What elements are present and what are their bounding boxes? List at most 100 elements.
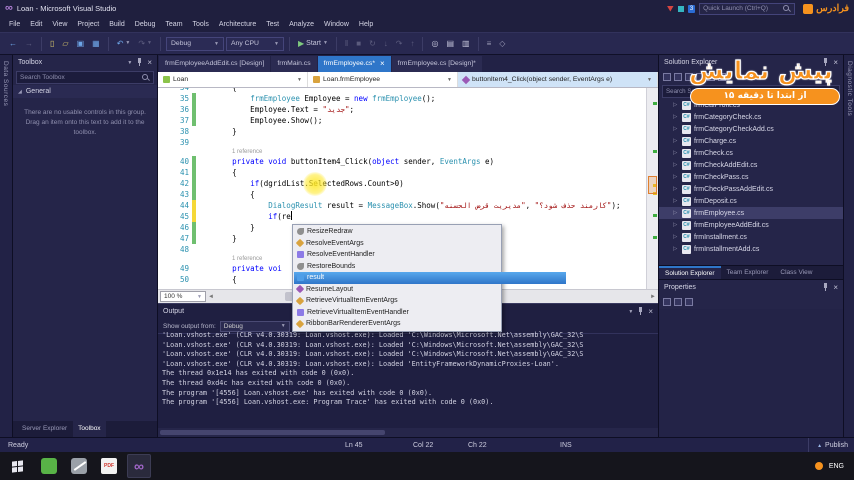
undo-icon[interactable]: ↶ ▼ bbox=[114, 38, 134, 50]
chevron-right-icon[interactable]: ▷ bbox=[673, 246, 679, 252]
break-all-icon[interactable]: ‖ bbox=[342, 38, 351, 50]
panel-tab-class-view[interactable]: Class View bbox=[774, 266, 818, 279]
redo-icon[interactable]: ↷ ▼ bbox=[135, 38, 155, 50]
menu-item-team[interactable]: Team bbox=[160, 17, 187, 32]
property-pages-icon[interactable] bbox=[685, 298, 693, 306]
panel-tab-team-explorer[interactable]: Team Explorer bbox=[721, 266, 775, 279]
notification-icon[interactable] bbox=[677, 5, 684, 12]
chevron-right-icon[interactable]: ▷ bbox=[673, 210, 679, 216]
navigate-forward-icon[interactable]: → bbox=[22, 38, 36, 50]
zoom-dropdown[interactable]: 100 % ▼ bbox=[160, 291, 206, 302]
code-line[interactable]: 45 if(re bbox=[158, 211, 646, 222]
tab-frmemployee-cs[interactable]: frmEmployee.cs* × bbox=[317, 56, 391, 72]
member-dropdown[interactable]: buttonItem4_Click(object sender, EventAr… bbox=[458, 72, 658, 87]
tree-item-frmcheckaddedit-cs[interactable]: ▷ C# frmCheckAddEdit.cs bbox=[659, 159, 843, 171]
menu-item-help[interactable]: Help bbox=[354, 17, 378, 32]
data-sources-tab[interactable]: Data Sources bbox=[0, 55, 13, 437]
panel-tab-toolbox[interactable]: Toolbox bbox=[73, 421, 106, 437]
tab-frmemployeeaddedit-cs-design[interactable]: frmEmployeeAddEdit.cs [Design] bbox=[159, 56, 271, 72]
menu-item-test[interactable]: Test bbox=[261, 17, 284, 32]
menu-item-architecture[interactable]: Architecture bbox=[214, 17, 261, 32]
step-over-icon[interactable]: ↷ bbox=[393, 38, 406, 50]
menu-item-edit[interactable]: Edit bbox=[25, 17, 47, 32]
chevron-right-icon[interactable]: ▷ bbox=[673, 102, 679, 108]
intellisense-item-resolveeventargs[interactable]: ResolveEventArgs bbox=[294, 238, 500, 250]
toolbox-section-general[interactable]: ◢ General bbox=[13, 85, 157, 98]
toolbox-search-input[interactable]: Search Toolbox bbox=[16, 71, 154, 84]
language-indicator[interactable]: ENG bbox=[829, 463, 844, 470]
code-line[interactable]: 42 if(dgridList.SelectedRows.Count>0) bbox=[158, 178, 646, 189]
visual-studio-icon[interactable]: ∞ bbox=[127, 454, 151, 478]
menu-item-window[interactable]: Window bbox=[319, 17, 354, 32]
solution-explorer-icon[interactable]: ▤ bbox=[443, 38, 457, 50]
menu-item-view[interactable]: View bbox=[47, 17, 72, 32]
code-line[interactable]: 37 Employee.Show(); bbox=[158, 115, 646, 126]
scroll-right-icon[interactable]: ► bbox=[648, 294, 658, 300]
tree-item-frminstallment-cs[interactable]: ▷ C# frmInstallment.cs bbox=[659, 231, 843, 243]
tree-item-frmcategorycheck-cs[interactable]: ▷ C# frmCategoryCheck.cs bbox=[659, 111, 843, 123]
start-button[interactable] bbox=[0, 452, 34, 480]
menu-item-debug[interactable]: Debug bbox=[130, 17, 161, 32]
panel-tab-server-explorer[interactable]: Server Explorer bbox=[17, 421, 72, 437]
publish-button[interactable]: ▲ Publish bbox=[808, 438, 848, 453]
pin-icon[interactable] bbox=[136, 58, 143, 67]
intellisense-item-resolveeventhandler[interactable]: ResolveEventHandler bbox=[294, 249, 500, 261]
output-horizontal-scrollbar[interactable] bbox=[158, 428, 658, 437]
new-file-icon[interactable]: ▯ bbox=[47, 38, 57, 50]
menu-item-build[interactable]: Build bbox=[104, 17, 130, 32]
notification-flag-icon[interactable] bbox=[666, 5, 674, 12]
stop-debug-icon[interactable]: ■ bbox=[353, 38, 364, 50]
save-all-icon[interactable]: ▦ bbox=[89, 38, 103, 50]
categorized-icon[interactable] bbox=[663, 298, 671, 306]
diagnostic-tools-tab[interactable]: Diagnostic Tools bbox=[843, 55, 854, 437]
editor-vertical-scrollbar[interactable] bbox=[646, 88, 658, 289]
tab-frmmain-cs[interactable]: frmMain.cs bbox=[271, 56, 317, 72]
open-file-icon[interactable]: ▱ bbox=[59, 38, 71, 50]
tree-item-frmcheckpass-cs[interactable]: ▷ C# frmCheckPass.cs bbox=[659, 171, 843, 183]
menu-item-analyze[interactable]: Analyze bbox=[284, 17, 319, 32]
solution-configurations-dropdown[interactable]: Debug ▼ bbox=[166, 36, 224, 51]
tree-item-frmcheck-cs[interactable]: ▷ C# frmCheck.cs bbox=[659, 147, 843, 159]
intellisense-item-ribbonbarrenderereventargs[interactable]: RibbonBarRendererEventArgs bbox=[294, 318, 500, 330]
close-icon[interactable]: × bbox=[147, 58, 152, 67]
start-debug-button[interactable]: ▶ Start ▼ bbox=[295, 38, 331, 50]
code-line[interactable]: 41 { bbox=[158, 167, 646, 178]
close-icon[interactable]: × bbox=[833, 283, 838, 292]
tree-item-frmcheckpassaddedit-cs[interactable]: ▷ C# frmCheckPassAddEdit.cs bbox=[659, 183, 843, 195]
close-icon[interactable]: × bbox=[380, 60, 385, 68]
comment-icon[interactable]: ≡ bbox=[484, 38, 495, 50]
scroll-left-icon[interactable]: ◄ bbox=[206, 294, 216, 300]
pin-icon[interactable] bbox=[822, 283, 829, 292]
save-icon[interactable]: ▣ bbox=[74, 38, 88, 50]
utility-app-icon[interactable] bbox=[67, 454, 91, 478]
chevron-right-icon[interactable]: ▷ bbox=[673, 114, 679, 120]
tree-item-frmcharge-cs[interactable]: ▷ C# frmCharge.cs bbox=[659, 135, 843, 147]
chevron-right-icon[interactable]: ▷ bbox=[673, 162, 679, 168]
chevron-down-icon[interactable]: ▼ bbox=[628, 309, 633, 315]
notification-badge[interactable]: 3 bbox=[687, 4, 696, 13]
chevron-right-icon[interactable]: ▷ bbox=[673, 126, 679, 132]
properties-window-icon[interactable]: ▥ bbox=[459, 38, 473, 50]
close-icon[interactable]: × bbox=[648, 307, 653, 316]
chevron-down-icon[interactable]: ▼ bbox=[127, 60, 132, 66]
scrollbar-thumb[interactable] bbox=[648, 176, 657, 194]
menu-item-tools[interactable]: Tools bbox=[188, 17, 214, 32]
output-source-dropdown[interactable]: Debug ▼ bbox=[219, 320, 290, 332]
chevron-right-icon[interactable]: ▷ bbox=[673, 198, 679, 204]
intellisense-item-resizeredraw[interactable]: ResizeRedraw bbox=[294, 226, 500, 238]
home-icon[interactable] bbox=[663, 73, 671, 81]
tree-item-frminstallmentadd-cs[interactable]: ▷ C# frmInstallmentAdd.cs bbox=[659, 243, 843, 255]
intellisense-item-retrievevirtualitemeventhandler[interactable]: RetrieveVirtualItemEventHandler bbox=[294, 307, 500, 319]
navigate-back-icon[interactable]: ← bbox=[6, 38, 20, 50]
tab-frmemployee-cs-design[interactable]: frmEmployee.cs [Design]* bbox=[391, 56, 482, 72]
codelens-row[interactable]: 1 re​ference bbox=[158, 148, 646, 156]
panel-tab-solution-explorer[interactable]: Solution Explorer bbox=[659, 266, 721, 279]
chevron-right-icon[interactable]: ▷ bbox=[673, 138, 679, 144]
scrollbar-thumb[interactable] bbox=[160, 430, 385, 435]
menu-item-file[interactable]: File bbox=[4, 17, 25, 32]
code-line[interactable]: 40 private void buttonItem4_Click(object… bbox=[158, 156, 646, 167]
code-line[interactable]: 36 Employee.Text = "جدید"; bbox=[158, 104, 646, 115]
step-out-icon[interactable]: ↑ bbox=[407, 38, 417, 50]
output-lines[interactable]: 'Loan.vshost.exe' (CLR v4.0.30319: Loan.… bbox=[158, 331, 658, 428]
pin-icon[interactable] bbox=[637, 307, 644, 316]
